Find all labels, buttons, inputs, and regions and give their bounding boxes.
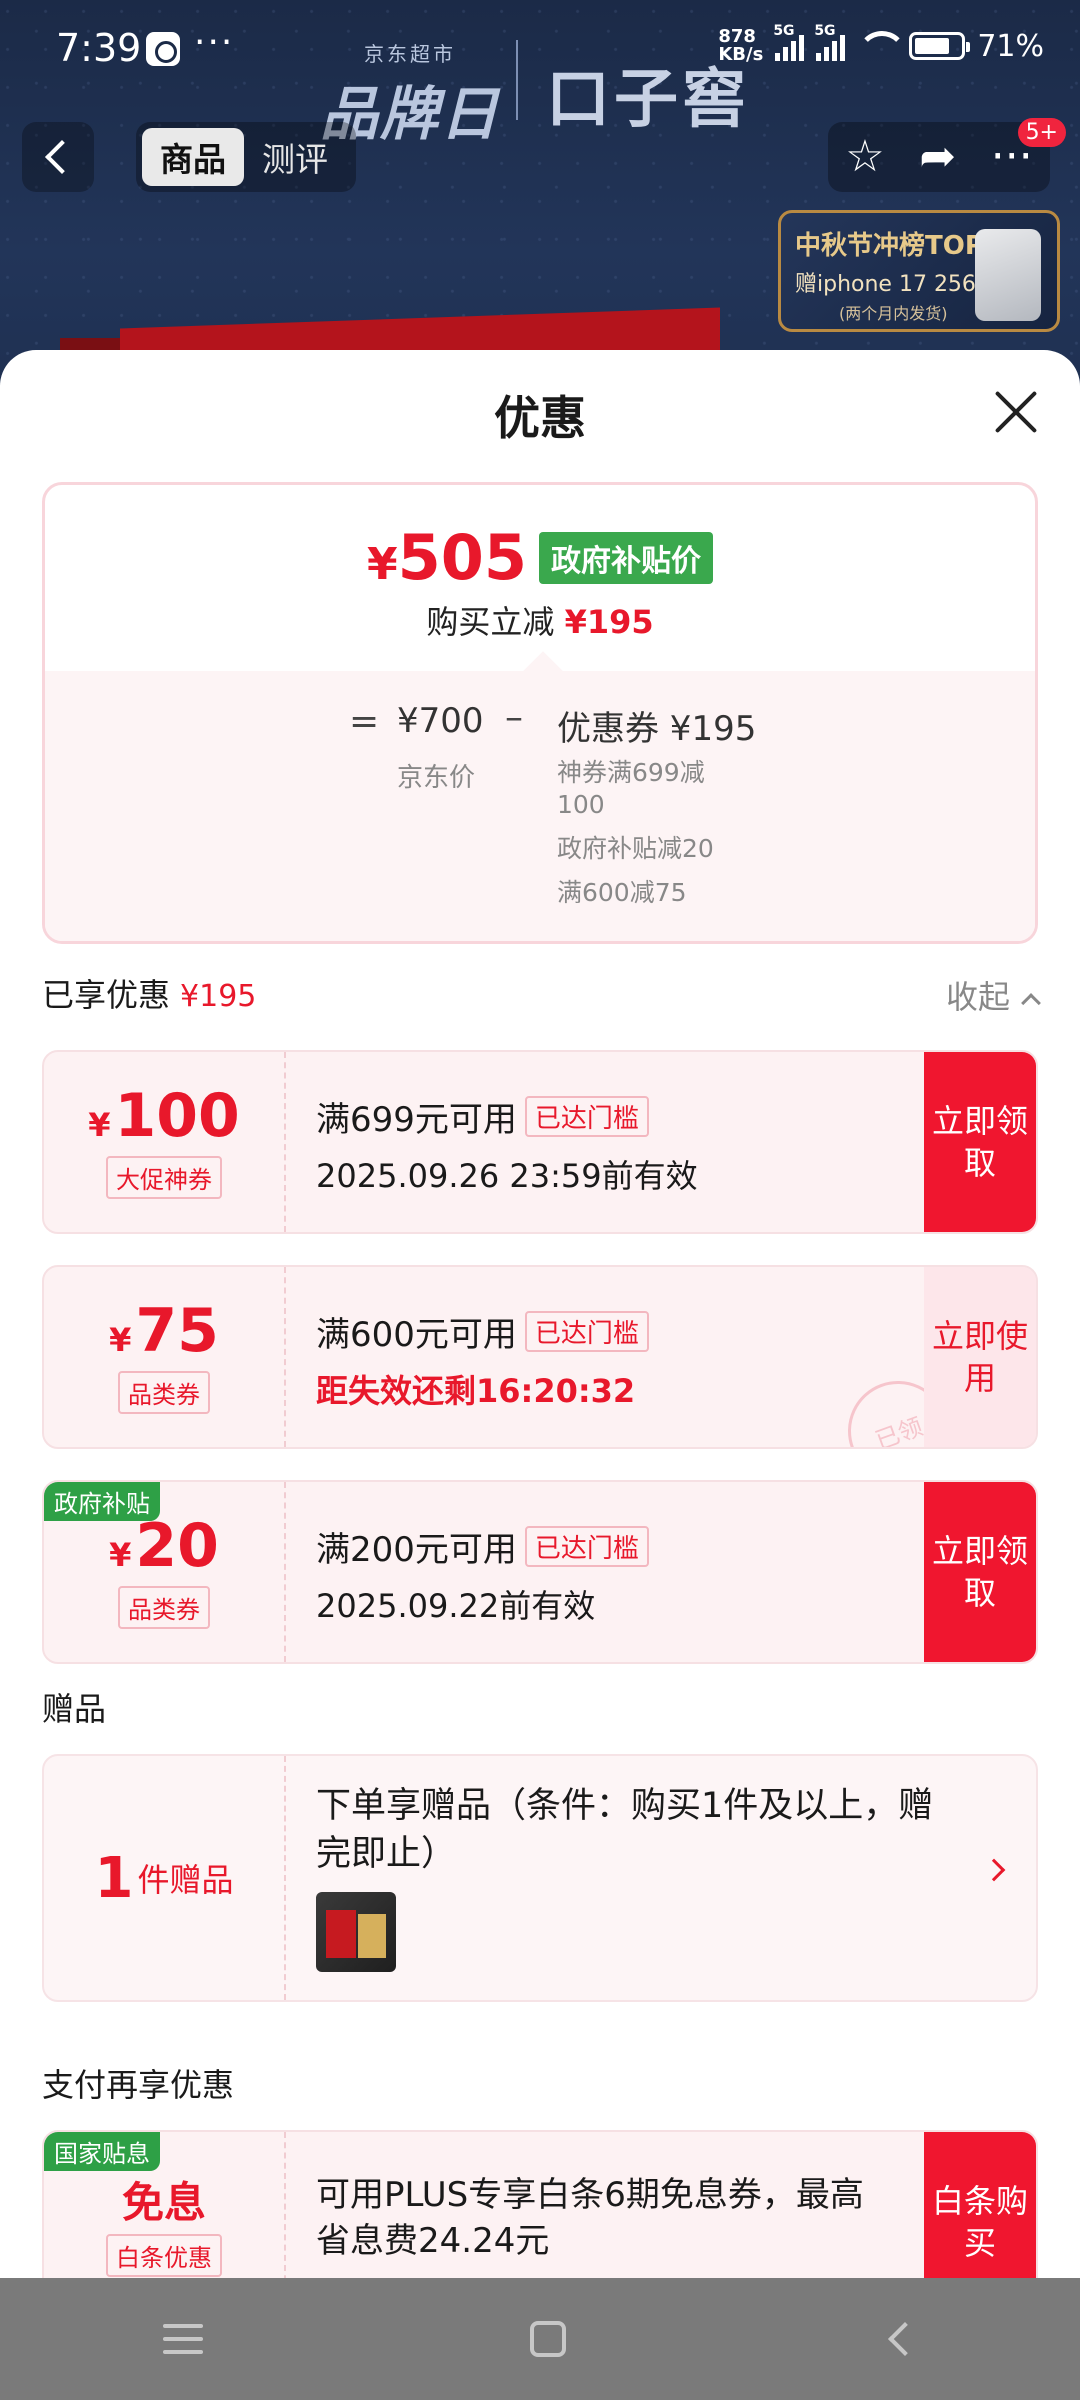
message-badge: 5+ (1017, 118, 1066, 147)
use-button[interactable]: 立即使用 (924, 1267, 1036, 1447)
brand-separator (516, 40, 518, 120)
collapse-button[interactable]: 收起 (946, 972, 1041, 1018)
jd-price: ¥700 (397, 701, 484, 741)
threshold-reached-tag: 已达门槛 (524, 1096, 649, 1137)
gift-section-title: 赠品 (42, 1690, 107, 1728)
breakdown-item: 政府补贴减20 (557, 834, 714, 863)
price-summary-card: ¥505 政府补贴价 购买立减 ¥195 = ¥700 京东价 – 优惠券 ¥1… (42, 482, 1038, 944)
coupon-condition: 满200元可用 (316, 1530, 517, 1570)
close-icon[interactable] (992, 388, 1040, 436)
product-tabs: 商品 测评 (136, 122, 356, 192)
signal-icon: 5G (773, 23, 805, 61)
sheet-title: 优惠 (494, 391, 586, 445)
coupon-kind: 品类券 (118, 1585, 210, 1629)
final-price: ¥505 (366, 521, 528, 594)
coupon-card: 政府补贴 ¥20 品类券 满200元可用 已达门槛 2025.09.22前有效 立… (42, 1480, 1038, 1664)
status-indicators: 878 KB/s 5G 5G 71% (718, 23, 1044, 64)
coupon-card: ¥100 大促神券 满699元可用 已达门槛 2025.09.26 23:59前有… (42, 1050, 1038, 1234)
threshold-reached-tag: 已达门槛 (524, 1526, 649, 1567)
jd-price-label: 京东价 (397, 763, 476, 793)
signal-icon-2: 5G (814, 23, 846, 61)
discount-sheet: 优惠 ¥505 政府补贴价 购买立减 ¥195 = ¥700 京东价 – 优惠券… (0, 350, 1080, 2278)
payment-offer-text: 可用PLUS专享白条6期免息券，最高省息费24.24元 (316, 2175, 864, 2261)
coupon-validity: 2025.09.26 23:59前有效 (316, 1157, 698, 1195)
enjoyed-discount-row: 已享优惠 ¥195 收起 (42, 970, 1041, 1026)
status-time: 7:39 (56, 26, 142, 70)
star-icon[interactable]: ☆ (845, 135, 884, 179)
top-actions: ☆ ➦ ··· (828, 122, 1050, 192)
clock-app-icon (146, 32, 180, 66)
gift-card[interactable]: 1 件赠品 下单享赠品（条件：购买1件及以上，赠完即止） (42, 1754, 1038, 2002)
baitiao-buy-button[interactable]: 白条购买 (924, 2132, 1036, 2278)
recent-apps-icon[interactable] (163, 2324, 204, 2354)
tab-product[interactable]: 商品 (142, 128, 244, 186)
chevron-right-icon (982, 1858, 1006, 1882)
brand-logo: 口子窖 (546, 62, 750, 137)
coupon-breakdown-list: 神券满699减100 政府补贴减20 满600减75 (557, 757, 747, 921)
coupon-kind: 大促神券 (106, 1155, 222, 1199)
coupon-countdown: 距失效还剩16:20:32 (316, 1372, 636, 1410)
share-icon[interactable]: ➦ (919, 135, 956, 179)
battery-percent: 71% (977, 28, 1044, 64)
breakdown-item: 神券满699减100 (557, 758, 705, 819)
instant-discount: 购买立减 ¥195 (426, 603, 654, 641)
status-bar: 7:39 ··· 878 KB/s 5G 5G 71% (0, 0, 1080, 100)
coupon-total: 优惠券 ¥195 (557, 709, 757, 749)
back-button[interactable] (22, 122, 94, 192)
back-arrow-icon (45, 140, 79, 174)
gift-description: 下单享赠品（条件：购买1件及以上，赠完即止） (316, 1786, 934, 1874)
threshold-reached-tag: 已达门槛 (524, 1311, 649, 1352)
baitiao-kind: 白条优惠 (106, 2233, 222, 2277)
system-nav-bar (0, 2278, 1080, 2400)
tab-review[interactable]: 测评 (244, 128, 346, 186)
gov-subsidy-tag: 政府补贴价 (539, 531, 714, 584)
back-icon[interactable] (887, 2322, 922, 2356)
chevron-up-icon (1021, 993, 1041, 1013)
coupon-kind: 品类券 (118, 1370, 210, 1414)
interest-free-label: 免息 (121, 2177, 206, 2227)
coupon-condition: 满699元可用 (316, 1100, 517, 1140)
status-more-icon: ··· (194, 22, 235, 63)
pay-section-title: 支付再享优惠 (42, 2066, 235, 2104)
coupon-card: ¥75 品类券 满600元可用 已达门槛 距失效还剩16:20:32 已领 立即使… (42, 1265, 1038, 1449)
price-breakdown: = ¥700 京东价 – 优惠券 ¥195 神券满699减100 政府补贴减20… (45, 671, 1035, 941)
claim-button[interactable]: 立即领取 (924, 1052, 1036, 1232)
breakdown-item: 满600减75 (557, 878, 687, 907)
phone-image (975, 229, 1041, 321)
claim-button[interactable]: 立即领取 (924, 1482, 1036, 1662)
payment-offer-card: 国家贴息 免息 白条优惠 可用PLUS专享白条6期免息券，最高省息费24.24元… (42, 2130, 1038, 2278)
coupon-condition: 满600元可用 (316, 1315, 517, 1355)
battery-icon (909, 32, 971, 60)
wifi-icon (857, 31, 908, 61)
home-icon[interactable] (529, 2321, 566, 2357)
gift-thumbnail (316, 1892, 396, 1972)
coupon-validity: 2025.09.22前有效 (316, 1587, 596, 1625)
promo-banner[interactable]: 中秋节冲榜TOP1 赠iphone 17 256GB (两个月内发货) (778, 210, 1060, 332)
